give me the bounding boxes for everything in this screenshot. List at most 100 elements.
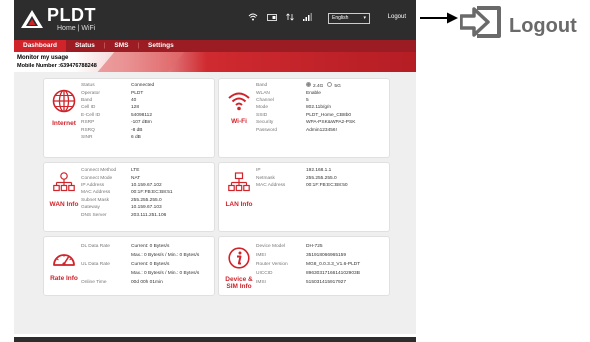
speedometer-icon <box>53 254 75 266</box>
imsi-value: 515031415917927 <box>306 280 347 285</box>
wan-mac-value: 00:1F:FB:EC:B8:51 <box>131 190 173 196</box>
lan-mac-label: MAC Address <box>256 182 286 188</box>
cell-id-label: Cell ID <box>81 105 96 111</box>
dl-rate-label: DL Data Rate <box>81 244 110 249</box>
wlan-label: WLAN <box>256 90 270 96</box>
tab-status[interactable]: Status <box>66 40 104 52</box>
brand-sub: Home | WiFi <box>57 25 96 32</box>
device-model-label: Device Model <box>256 244 286 249</box>
gateway-label: Gateway <box>81 205 100 211</box>
connect-mode-label: Connect Mode <box>81 175 113 181</box>
signal-strength-icon <box>303 13 312 23</box>
ecell-id-value: 54098112 <box>131 112 152 118</box>
operator-label: Operator <box>81 90 100 96</box>
mobile-number: Mobile Number :639476788248 <box>17 63 97 69</box>
band-2g-label: 2.4G <box>313 83 324 89</box>
chevron-down-icon: ▾ <box>363 15 366 21</box>
status-label: Status <box>81 83 95 89</box>
netmask-value: 255.255.255.0 <box>306 175 337 181</box>
top-bar: PLDT Home | WiFi English ▾ Logout <box>14 0 416 40</box>
tab-dashboard[interactable]: Dashboard <box>14 40 66 52</box>
band-value: 40 <box>131 97 137 103</box>
uiccid-value: 8963031716614102903B <box>306 271 360 276</box>
band-2g-radio[interactable] <box>306 82 311 88</box>
rsrp-value: -107 dBm <box>131 120 152 126</box>
wifi-icon <box>228 92 250 111</box>
info-icon <box>228 247 250 269</box>
connect-method-value: LTE <box>131 168 140 174</box>
rsrq-label: RSRQ <box>81 127 95 133</box>
channel-value: 5 <box>306 97 309 103</box>
language-select[interactable]: English ▾ <box>328 13 370 24</box>
sim-icon <box>267 13 277 23</box>
connect-method-label: Connect Method <box>81 168 117 174</box>
internet-card: Internet Status Connected Operator PLDT Ba… <box>43 78 215 158</box>
usage-banner: Monitor my usage Mobile Number :63947678… <box>14 52 416 72</box>
tab-settings[interactable]: Settings <box>139 40 183 52</box>
security-label: Security <box>256 120 274 126</box>
mode-label: Mode <box>256 105 268 111</box>
tab-sms[interactable]: SMS <box>105 40 137 52</box>
wlan-value: Enable <box>306 90 321 96</box>
mobile-number-label: Mobile Number : <box>17 63 61 69</box>
router-admin-page: PLDT Home | WiFi English ▾ Logout Dashbo… <box>14 0 416 342</box>
ecell-id-label: E-Cell ID <box>81 112 101 118</box>
subnet-mask-label: Subnet Mask <box>81 197 109 203</box>
data-transfer-icon <box>286 13 294 23</box>
device-title-line2: SIM Info <box>226 283 252 291</box>
device-model-value: DH-725 <box>306 244 323 249</box>
sinr-value: 6 dB <box>131 134 141 140</box>
online-time-value: 00d 00h 01min <box>131 280 163 285</box>
imei-label: IMEI <box>256 253 266 258</box>
connect-mode-value: NAT <box>131 175 141 181</box>
rsrq-value: -8 dB <box>131 127 143 133</box>
language-value: English <box>332 15 349 21</box>
sinr-label: SINR <box>81 134 93 140</box>
subnet-mask-value: 255.255.255.0 <box>131 197 162 203</box>
dl-rate-current: Current: 0 Bytes/s <box>131 244 170 249</box>
wan-card: WAN Info Connect Method LTE Connect Mode N… <box>43 162 215 232</box>
monitor-usage-link[interactable]: Monitor my usage <box>17 55 68 61</box>
band-5g-label: 5G <box>334 83 341 89</box>
ul-rate-label: UL Data Rate <box>81 262 110 267</box>
netmask-label: Netmask <box>256 175 275 181</box>
internet-title: Internet <box>52 120 76 127</box>
logout-link[interactable]: Logout <box>388 14 406 20</box>
lan-mac-value: 00:1F:FB:EC:B8:50 <box>306 182 348 188</box>
main-nav: Dashboard Status | SMS | Settings <box>14 40 416 52</box>
router-version-label: Router Version <box>256 262 288 267</box>
dashboard-content: Internet Status Connected Operator PLDT Ba… <box>14 72 416 334</box>
mobile-number-value: 639476788248 <box>60 63 97 69</box>
dl-rate-max-min: Max.: 0 Bytes/s / Min.: 0 Bytes/s <box>131 253 200 258</box>
rate-title: Rate Info <box>50 275 78 282</box>
wan-title: WAN Info <box>49 201 79 208</box>
wifi-band-label: Band <box>256 83 268 89</box>
wan-ip-value: 10.159.67.102 <box>131 182 162 188</box>
ul-rate-current: Current: 0 Bytes/s <box>131 262 170 267</box>
gateway-value: 10.159.67.103 <box>131 205 162 211</box>
lan-card: LAN Info IP 192.168.1.1 Netmask 255.255.25… <box>218 162 390 232</box>
arrow-right-icon <box>420 12 458 24</box>
logout-callout-label: Logout <box>509 15 577 37</box>
ssid-label: SSID <box>256 112 268 118</box>
footer-bar <box>14 337 416 342</box>
online-time-label: Online Time <box>81 280 107 285</box>
dns-server-label: DNS Server <box>81 212 107 218</box>
band-5g-radio[interactable] <box>327 82 333 88</box>
pldt-logo: PLDT Home | WiFi <box>20 6 96 32</box>
device-card: Device & SIM Info Device Model DH-725 IMEI… <box>218 236 390 296</box>
rsrp-label: RSRP <box>81 120 95 126</box>
dns-server-value: 203.111.251.106 <box>131 212 167 218</box>
status-value: Connected <box>131 83 155 89</box>
operator-value: PLDT <box>131 90 144 96</box>
wan-ip-label: IP Address <box>81 182 105 188</box>
wan-network-icon <box>53 172 75 192</box>
password-value: Admin123456! <box>306 127 337 133</box>
lan-ip-value: 192.168.1.1 <box>306 168 332 174</box>
banner-decoration <box>97 52 185 72</box>
channel-label: Channel <box>256 97 274 103</box>
logout-icon <box>460 6 501 38</box>
wan-mac-label: MAC Address <box>81 190 111 196</box>
device-title-line1: Device & <box>225 276 253 283</box>
mode-value: 802.11b/g/n <box>306 105 331 111</box>
